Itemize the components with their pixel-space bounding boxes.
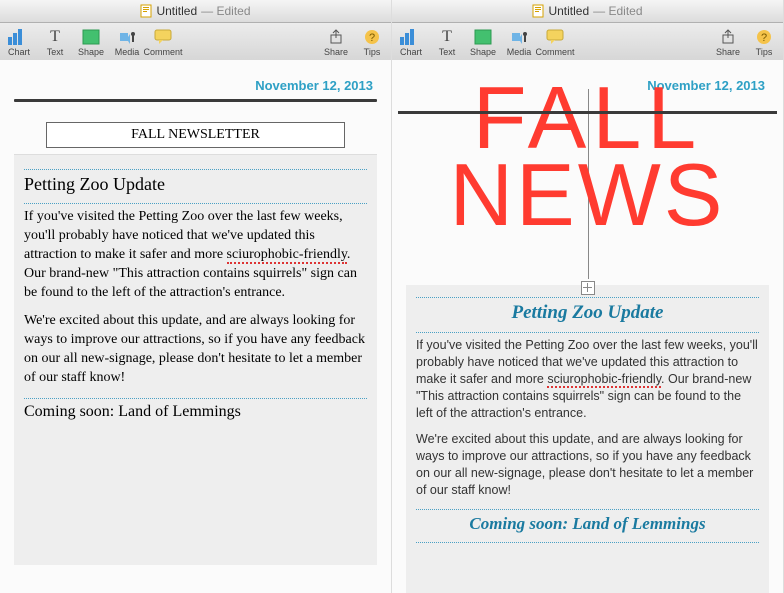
window-titlebar[interactable]: Untitled — Edited [392,0,783,23]
paragraph-1: If you've visited the Petting Zoo over t… [416,337,759,421]
comment-icon [152,28,174,46]
text-icon: T [44,28,66,46]
section-heading-2: Coming soon: Land of Lemmings [24,403,367,421]
window-titlebar[interactable]: Untitled — Edited [0,0,391,23]
document-area-left[interactable]: November 12, 2013 FALL NEWSLETTER Pettin… [0,60,391,593]
content-panel-left: Petting Zoo Update If you've visited the… [14,154,377,565]
shape-icon [472,28,494,46]
window-title: Untitled [548,4,589,18]
svg-text:?: ? [369,32,375,44]
chart-icon [8,28,30,46]
text-label: Text [439,47,456,57]
text-button[interactable]: T Text [40,28,70,57]
section-heading-2: Coming soon: Land of Lemmings [416,514,759,534]
title-box: FALL NEWSLETTER [46,122,345,148]
spellcheck-underline[interactable]: sciurophobic-friendly [547,372,661,388]
document-icon [532,4,544,18]
header-rule [14,99,377,102]
chart-button[interactable]: Chart [396,28,426,57]
shape-label: Shape [78,47,104,57]
toolbar: Chart T Text Shape Media [0,23,391,62]
comment-button[interactable]: Comment [148,28,178,57]
hero-line-2: NEWS [406,156,769,233]
media-icon [508,28,530,46]
share-label: Share [716,47,740,57]
paragraph-1: If you've visited the Petting Zoo over t… [24,208,367,302]
tips-icon: ? [361,28,383,46]
window-title: Untitled [156,4,197,18]
window-subtitle: — Edited [593,4,642,18]
media-label: Media [115,47,140,57]
header-rule [398,111,777,114]
share-icon [325,28,347,46]
comment-icon [544,28,566,46]
media-button[interactable]: Media [112,28,142,57]
document-area-right[interactable]: November 12, 2013 FALL NEWS Petting Zoo … [392,60,783,593]
comment-label: Comment [536,47,575,57]
section-heading-1: Petting Zoo Update [24,174,367,195]
tips-label: Tips [364,47,381,57]
share-button[interactable]: Share [713,28,743,57]
svg-text:?: ? [761,32,767,44]
tips-icon: ? [753,28,775,46]
text-label: Text [47,47,64,57]
pane-left: Untitled — Edited Chart T Text Shape [0,0,392,593]
document-icon [140,4,152,18]
content-panel-right: Petting Zoo Update If you've visited the… [406,285,769,593]
media-button[interactable]: Media [504,28,534,57]
share-label: Share [324,47,348,57]
shape-button[interactable]: Shape [468,28,498,57]
hero-title-block[interactable]: FALL NEWS [406,79,769,279]
pane-right: Untitled — Edited Chart T Text Shape [392,0,784,593]
chart-button[interactable]: Chart [4,28,34,57]
date-header: November 12, 2013 [6,60,385,99]
chart-icon [400,28,422,46]
toolbar: Chart T Text Shape Media [392,23,783,62]
shape-button[interactable]: Shape [76,28,106,57]
text-icon: T [436,28,458,46]
chart-label: Chart [400,47,422,57]
tips-button[interactable]: ? Tips [357,28,387,57]
comment-button[interactable]: Comment [540,28,570,57]
tips-label: Tips [756,47,773,57]
paragraph-2: We're excited about this update, and are… [24,312,367,388]
shape-label: Shape [470,47,496,57]
text-button[interactable]: T Text [432,28,462,57]
window-subtitle: — Edited [201,4,250,18]
tips-button[interactable]: ? Tips [749,28,779,57]
chart-label: Chart [8,47,30,57]
paragraph-2: We're excited about this update, and are… [416,431,759,499]
share-icon [717,28,739,46]
media-label: Media [507,47,532,57]
comment-label: Comment [144,47,183,57]
media-icon [116,28,138,46]
spellcheck-underline[interactable]: sciurophobic-friendly [227,247,347,264]
section-heading-1: Petting Zoo Update [416,302,759,324]
textbox-resize-handle-icon[interactable] [581,281,595,295]
shape-icon [80,28,102,46]
share-button[interactable]: Share [321,28,351,57]
